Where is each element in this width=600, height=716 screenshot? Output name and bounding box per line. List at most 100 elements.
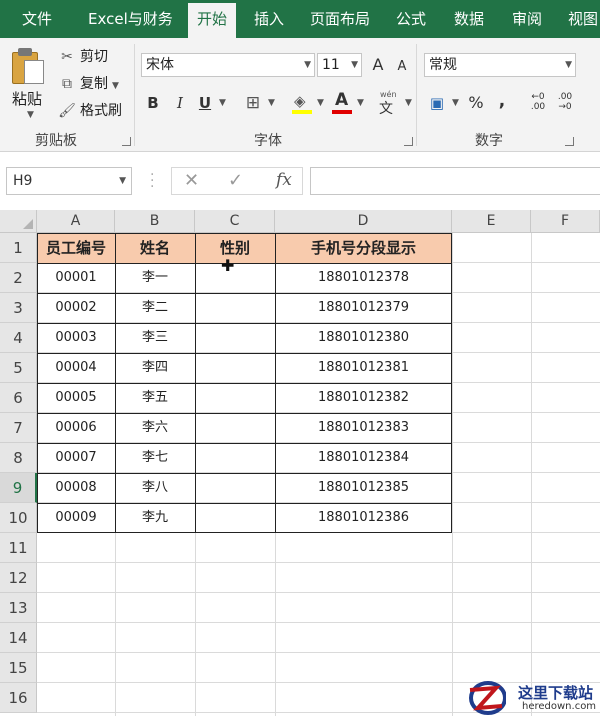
tab-home[interactable]: 开始 (188, 3, 237, 38)
name-box[interactable]: H9 ▼ (6, 167, 132, 195)
table-cell[interactable]: 18801012386 (275, 503, 452, 533)
table-cell[interactable]: 李三 (115, 323, 195, 353)
column-header-c[interactable]: C (195, 210, 275, 233)
table-cell[interactable]: 00005 (37, 383, 115, 413)
underline-dropdown-icon[interactable]: ▼ (219, 98, 226, 108)
table-cell[interactable]: 李九 (115, 503, 195, 533)
table-cell[interactable]: 00008 (37, 473, 115, 503)
row-header-14[interactable]: 14 (0, 623, 37, 653)
comma-button[interactable]: , (495, 90, 509, 112)
table-cell[interactable]: 李四 (115, 353, 195, 383)
row-header-2[interactable]: 2 (0, 263, 37, 293)
tab-file[interactable]: 文件 (22, 0, 52, 38)
number-launcher-icon[interactable] (565, 137, 574, 146)
italic-button[interactable]: I (172, 92, 188, 114)
decrease-decimal-icon[interactable]: .00 →0 (555, 92, 575, 114)
row-header-7[interactable]: 7 (0, 413, 37, 443)
row-header-13[interactable]: 13 (0, 593, 37, 623)
table-cell[interactable] (195, 443, 275, 473)
shrink-font-button[interactable]: A (395, 56, 409, 78)
row-header-1[interactable]: 1 (0, 233, 37, 263)
table-cell[interactable]: 18801012382 (275, 383, 452, 413)
chevron-down-icon[interactable]: ▼ (351, 54, 358, 76)
table-cell[interactable]: 李八 (115, 473, 195, 503)
tab-data[interactable]: 数据 (454, 0, 484, 38)
table-cell[interactable]: 00001 (37, 263, 115, 293)
row-header-16[interactable]: 16 (0, 683, 37, 713)
accounting-format-icon[interactable]: ▣ (427, 92, 447, 114)
table-cell[interactable]: 李六 (115, 413, 195, 443)
row-header-10[interactable]: 10 (0, 503, 37, 533)
drag-handle-icon[interactable]: · · · (150, 168, 154, 194)
table-header-cell[interactable]: 姓名 (115, 233, 195, 263)
accounting-dropdown-icon[interactable]: ▼ (452, 98, 459, 108)
grow-font-button[interactable]: A (370, 54, 386, 76)
row-header-15[interactable]: 15 (0, 653, 37, 683)
tab-formulas[interactable]: 公式 (396, 0, 426, 38)
table-cell[interactable] (195, 323, 275, 353)
table-cell[interactable]: 李五 (115, 383, 195, 413)
bold-button[interactable]: B (145, 92, 161, 114)
border-icon[interactable]: ⊞ (242, 92, 264, 114)
cut-button[interactable]: ✂ 剪切 (58, 46, 108, 68)
copy-button[interactable]: ⧉ 复制 ▼ (58, 73, 119, 95)
clipboard-launcher-icon[interactable] (122, 137, 131, 146)
table-cell[interactable]: 18801012383 (275, 413, 452, 443)
table-cell[interactable] (195, 413, 275, 443)
column-header-f[interactable]: F (531, 210, 600, 233)
table-cell[interactable]: 李七 (115, 443, 195, 473)
table-cell[interactable]: 00004 (37, 353, 115, 383)
table-cell[interactable] (195, 353, 275, 383)
tab-insert[interactable]: 插入 (254, 0, 284, 38)
row-header-11[interactable]: 11 (0, 533, 37, 563)
copy-dropdown-icon[interactable]: ▼ (112, 81, 119, 91)
chevron-down-icon[interactable]: ▼ (119, 168, 126, 194)
table-header-cell[interactable]: 性别 (195, 233, 275, 263)
insert-function-button[interactable]: fx (276, 170, 292, 190)
paste-dropdown-icon[interactable]: ▼ (27, 110, 34, 120)
column-header-b[interactable]: B (115, 210, 195, 233)
chevron-down-icon[interactable]: ▼ (565, 54, 572, 76)
table-cell[interactable] (195, 473, 275, 503)
row-header-12[interactable]: 12 (0, 563, 37, 593)
table-cell[interactable]: 00002 (37, 293, 115, 323)
format-painter-button[interactable]: 🖌 格式刷 (58, 100, 122, 122)
font-color-dropdown-icon[interactable]: ▼ (357, 98, 364, 108)
table-cell[interactable]: 李二 (115, 293, 195, 323)
increase-decimal-icon[interactable]: ←0.00 (528, 92, 548, 114)
table-cell[interactable]: 18801012385 (275, 473, 452, 503)
formula-input[interactable] (310, 167, 600, 195)
percent-button[interactable]: % (467, 92, 485, 114)
table-cell[interactable]: 00009 (37, 503, 115, 533)
table-cell[interactable]: 00003 (37, 323, 115, 353)
tab-excel-finance[interactable]: Excel与财务 (88, 0, 173, 38)
number-format-combo[interactable]: 常规 ▼ (424, 53, 576, 77)
tab-view[interactable]: 视图 (568, 0, 598, 38)
cancel-icon[interactable]: ✕ (184, 170, 199, 191)
column-header-d[interactable]: D (275, 210, 452, 233)
border-dropdown-icon[interactable]: ▼ (268, 98, 275, 108)
font-color-button[interactable]: A (332, 90, 354, 116)
row-header-9[interactable]: 9 (0, 473, 37, 503)
paste-button[interactable]: 粘贴 (12, 88, 42, 109)
table-cell[interactable] (195, 383, 275, 413)
fill-color-button[interactable]: ◈ (292, 92, 314, 116)
table-cell[interactable]: 00007 (37, 443, 115, 473)
phonetic-dropdown-icon[interactable]: ▼ (405, 98, 412, 108)
select-all-button[interactable] (0, 210, 37, 233)
row-header-6[interactable]: 6 (0, 383, 37, 413)
font-name-combo[interactable]: 宋体 ▼ (141, 53, 315, 77)
table-header-cell[interactable]: 员工编号 (37, 233, 115, 263)
underline-button[interactable]: U (197, 92, 213, 114)
row-header-5[interactable]: 5 (0, 353, 37, 383)
row-header-4[interactable]: 4 (0, 323, 37, 353)
phonetic-button[interactable]: wén 文 (376, 90, 402, 117)
column-header-a[interactable]: A (37, 210, 115, 233)
tab-page-layout[interactable]: 页面布局 (310, 0, 370, 38)
table-cell[interactable]: 18801012384 (275, 443, 452, 473)
table-cell[interactable] (195, 263, 275, 293)
table-cell[interactable] (195, 293, 275, 323)
chevron-down-icon[interactable]: ▼ (304, 54, 311, 76)
table-cell[interactable]: 18801012380 (275, 323, 452, 353)
table-cell[interactable]: 00006 (37, 413, 115, 443)
